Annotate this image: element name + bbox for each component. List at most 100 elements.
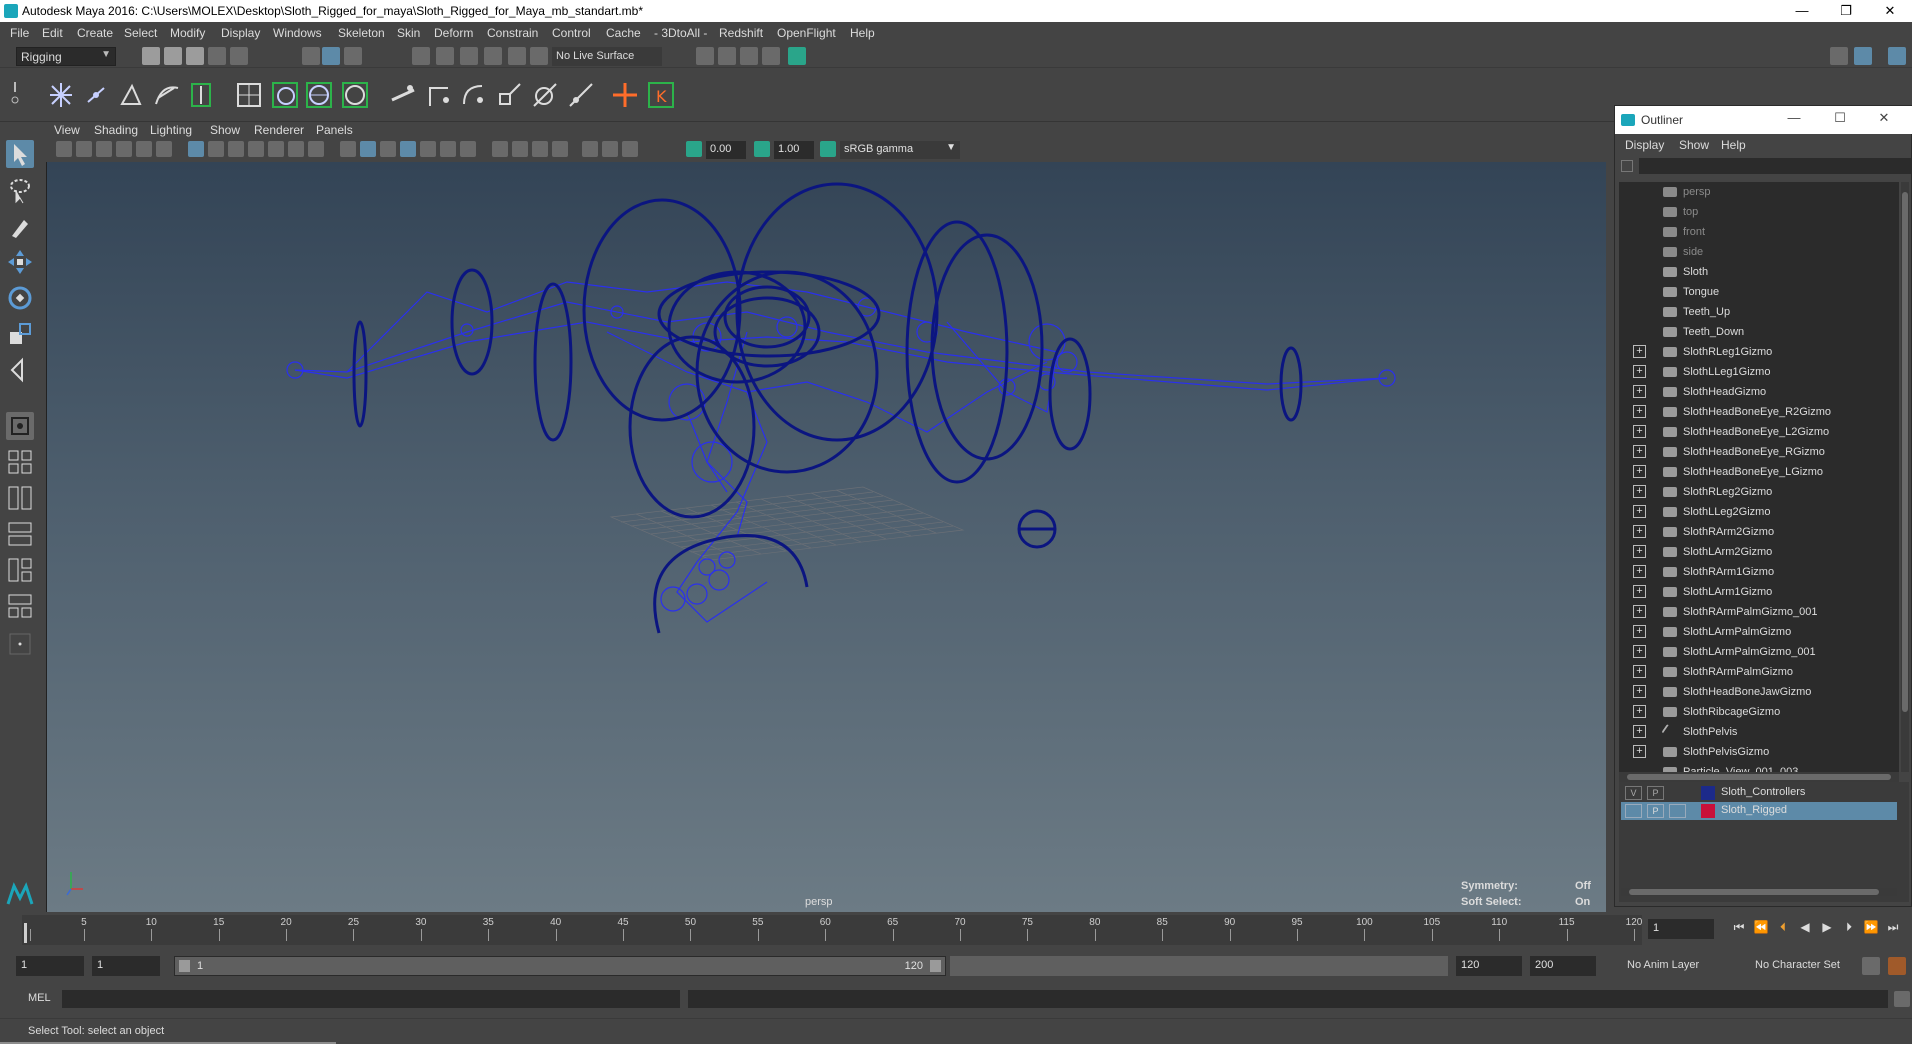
layer-scrollbar[interactable]	[1621, 888, 1897, 896]
menu-skeleton[interactable]: Skeleton	[338, 26, 385, 40]
grid-toggle-icon[interactable]	[188, 141, 204, 157]
expand-icon[interactable]: +	[1633, 585, 1646, 598]
outliner-item[interactable]: + SlothLArmPalmGizmo_001	[1619, 642, 1899, 662]
outliner-item[interactable]: + SlothLArmPalmGizmo	[1619, 622, 1899, 642]
outliner-menu-display[interactable]: Display	[1625, 138, 1664, 152]
film-gate-icon[interactable]	[208, 141, 224, 157]
lattice-icon[interactable]	[234, 80, 264, 110]
view-transform-dropdown[interactable]: sRGB gamma ▼	[840, 141, 960, 159]
outliner-item[interactable]: Tongue	[1619, 282, 1899, 302]
two-d-pan-icon[interactable]	[136, 141, 152, 157]
layer-visibility-toggle[interactable]: V	[1625, 786, 1642, 800]
expand-icon[interactable]: +	[1633, 465, 1646, 478]
outliner-menu-show[interactable]: Show	[1679, 138, 1709, 152]
bookmark-icon[interactable]	[96, 141, 112, 157]
select-component-icon[interactable]	[344, 47, 362, 65]
xray-joints-icon[interactable]	[602, 141, 618, 157]
menu-create[interactable]: Create	[77, 26, 113, 40]
resolution-gate-icon[interactable]	[228, 141, 244, 157]
go-to-end-icon[interactable]: ⏭	[1884, 920, 1902, 938]
outliner-item[interactable]: top	[1619, 202, 1899, 222]
gate-mask-icon[interactable]	[248, 141, 264, 157]
nonlinear-icon[interactable]	[340, 80, 370, 110]
panel-menu-lighting[interactable]: Lighting	[150, 123, 192, 137]
locator-icon[interactable]	[610, 80, 640, 110]
scene-start-field[interactable]: 1	[16, 956, 84, 976]
layer-color-swatch[interactable]	[1701, 804, 1715, 818]
rotate-tool-icon[interactable]	[6, 284, 34, 312]
current-frame-field[interactable]: 1	[1648, 919, 1714, 939]
expand-icon[interactable]: +	[1633, 725, 1646, 738]
outliner-item[interactable]: + SlothLArm1Gizmo	[1619, 582, 1899, 602]
create-joint-icon[interactable]	[46, 80, 76, 110]
outliner-item[interactable]: Sloth	[1619, 262, 1899, 282]
safe-action-icon[interactable]	[288, 141, 304, 157]
use-all-lights-icon[interactable]	[420, 141, 436, 157]
outliner-item[interactable]: + SlothLLeg2Gizmo	[1619, 502, 1899, 522]
menu-3dtoall[interactable]: - 3DtoAll -	[654, 26, 707, 40]
render-frame-icon[interactable]	[718, 47, 736, 65]
ik-spline-icon[interactable]	[152, 80, 182, 110]
depth-of-field-icon[interactable]	[532, 141, 548, 157]
xray-icon[interactable]	[582, 141, 598, 157]
shelf-options-icon[interactable]	[8, 80, 22, 110]
layer-row-rigged[interactable]: P Sloth_Rigged	[1621, 802, 1897, 820]
wrap-icon[interactable]	[304, 80, 334, 110]
shadows-icon[interactable]	[440, 141, 456, 157]
expand-icon[interactable]: +	[1633, 685, 1646, 698]
outliner-item[interactable]: + SlothLLeg1Gizmo	[1619, 362, 1899, 382]
outliner-item[interactable]: + SlothHeadBoneJawGizmo	[1619, 682, 1899, 702]
snap-live-icon[interactable]	[508, 47, 526, 65]
restore-button[interactable]: ❐	[1824, 0, 1868, 22]
pole-vector-icon[interactable]	[566, 80, 596, 110]
tool-settings-icon[interactable]	[1888, 47, 1906, 65]
expand-icon[interactable]: +	[1633, 525, 1646, 538]
script-editor-icon[interactable]	[1894, 991, 1910, 1007]
menu-openflight[interactable]: OpenFlight	[777, 26, 836, 40]
select-hierarchy-icon[interactable]	[302, 47, 320, 65]
safe-title-icon[interactable]	[308, 141, 324, 157]
outliner-item[interactable]: + SlothHeadBoneEye_LGizmo	[1619, 462, 1899, 482]
snap-curve-icon[interactable]	[436, 47, 454, 65]
outliner-scroll-thumb[interactable]	[1902, 192, 1908, 712]
outliner-search-input[interactable]	[1639, 158, 1911, 174]
gamma-icon[interactable]	[754, 141, 770, 157]
aim-constraint-icon[interactable]	[530, 80, 560, 110]
range-bar[interactable]: 1 120	[174, 956, 946, 976]
snap-grid-icon[interactable]	[412, 47, 430, 65]
scale-tool-icon[interactable]	[6, 320, 34, 348]
outliner-item[interactable]: + SlothRArm2Gizmo	[1619, 522, 1899, 542]
menu-modify[interactable]: Modify	[170, 26, 205, 40]
wireframe-icon[interactable]	[340, 141, 356, 157]
panel-menu-shading[interactable]: Shading	[94, 123, 138, 137]
field-chart-icon[interactable]	[268, 141, 284, 157]
move-tool-icon[interactable]	[6, 248, 34, 276]
menu-cache[interactable]: Cache	[606, 26, 641, 40]
expand-icon[interactable]: +	[1633, 625, 1646, 638]
select-tool-icon[interactable]	[6, 140, 34, 168]
layer-visibility-toggle[interactable]	[1625, 804, 1642, 818]
outliner-item[interactable]: side	[1619, 242, 1899, 262]
outliner-item[interactable]: + SlothHeadBoneEye_L2Gizmo	[1619, 422, 1899, 442]
ik-handle-icon[interactable]	[116, 80, 146, 110]
time-slider[interactable]: 5 10 15 20 25 30 35 40 45 50 55 60 65 70 75 80 85 90 95 100…	[0, 915, 1912, 945]
smooth-shade-icon[interactable]	[360, 141, 376, 157]
grease-pencil-icon[interactable]	[156, 141, 172, 157]
orient-constraint-icon[interactable]	[458, 80, 488, 110]
outliner-item[interactable]: Teeth_Down	[1619, 322, 1899, 342]
persp-viewport[interactable]: persp Symmetry: Off Soft Select: On	[46, 162, 1606, 912]
layer-playback-toggle[interactable]: P	[1647, 804, 1664, 818]
expand-icon[interactable]: +	[1633, 665, 1646, 678]
screen-space-ao-icon[interactable]	[460, 141, 476, 157]
menu-file[interactable]: File	[10, 26, 29, 40]
attribute-editor-icon[interactable]	[1830, 47, 1848, 65]
menu-deform[interactable]: Deform	[434, 26, 473, 40]
outliner-item[interactable]: Particle_View_001_003	[1619, 762, 1899, 772]
paint-select-icon[interactable]	[6, 212, 34, 240]
menuset-dropdown[interactable]: Rigging ▼	[16, 47, 116, 66]
exposure-icon[interactable]	[686, 141, 702, 157]
render-view-icon[interactable]	[696, 47, 714, 65]
outliner-item[interactable]: + SlothRArm1Gizmo	[1619, 562, 1899, 582]
cluster-icon[interactable]	[270, 80, 300, 110]
hypershade-layout-icon[interactable]	[6, 556, 34, 584]
